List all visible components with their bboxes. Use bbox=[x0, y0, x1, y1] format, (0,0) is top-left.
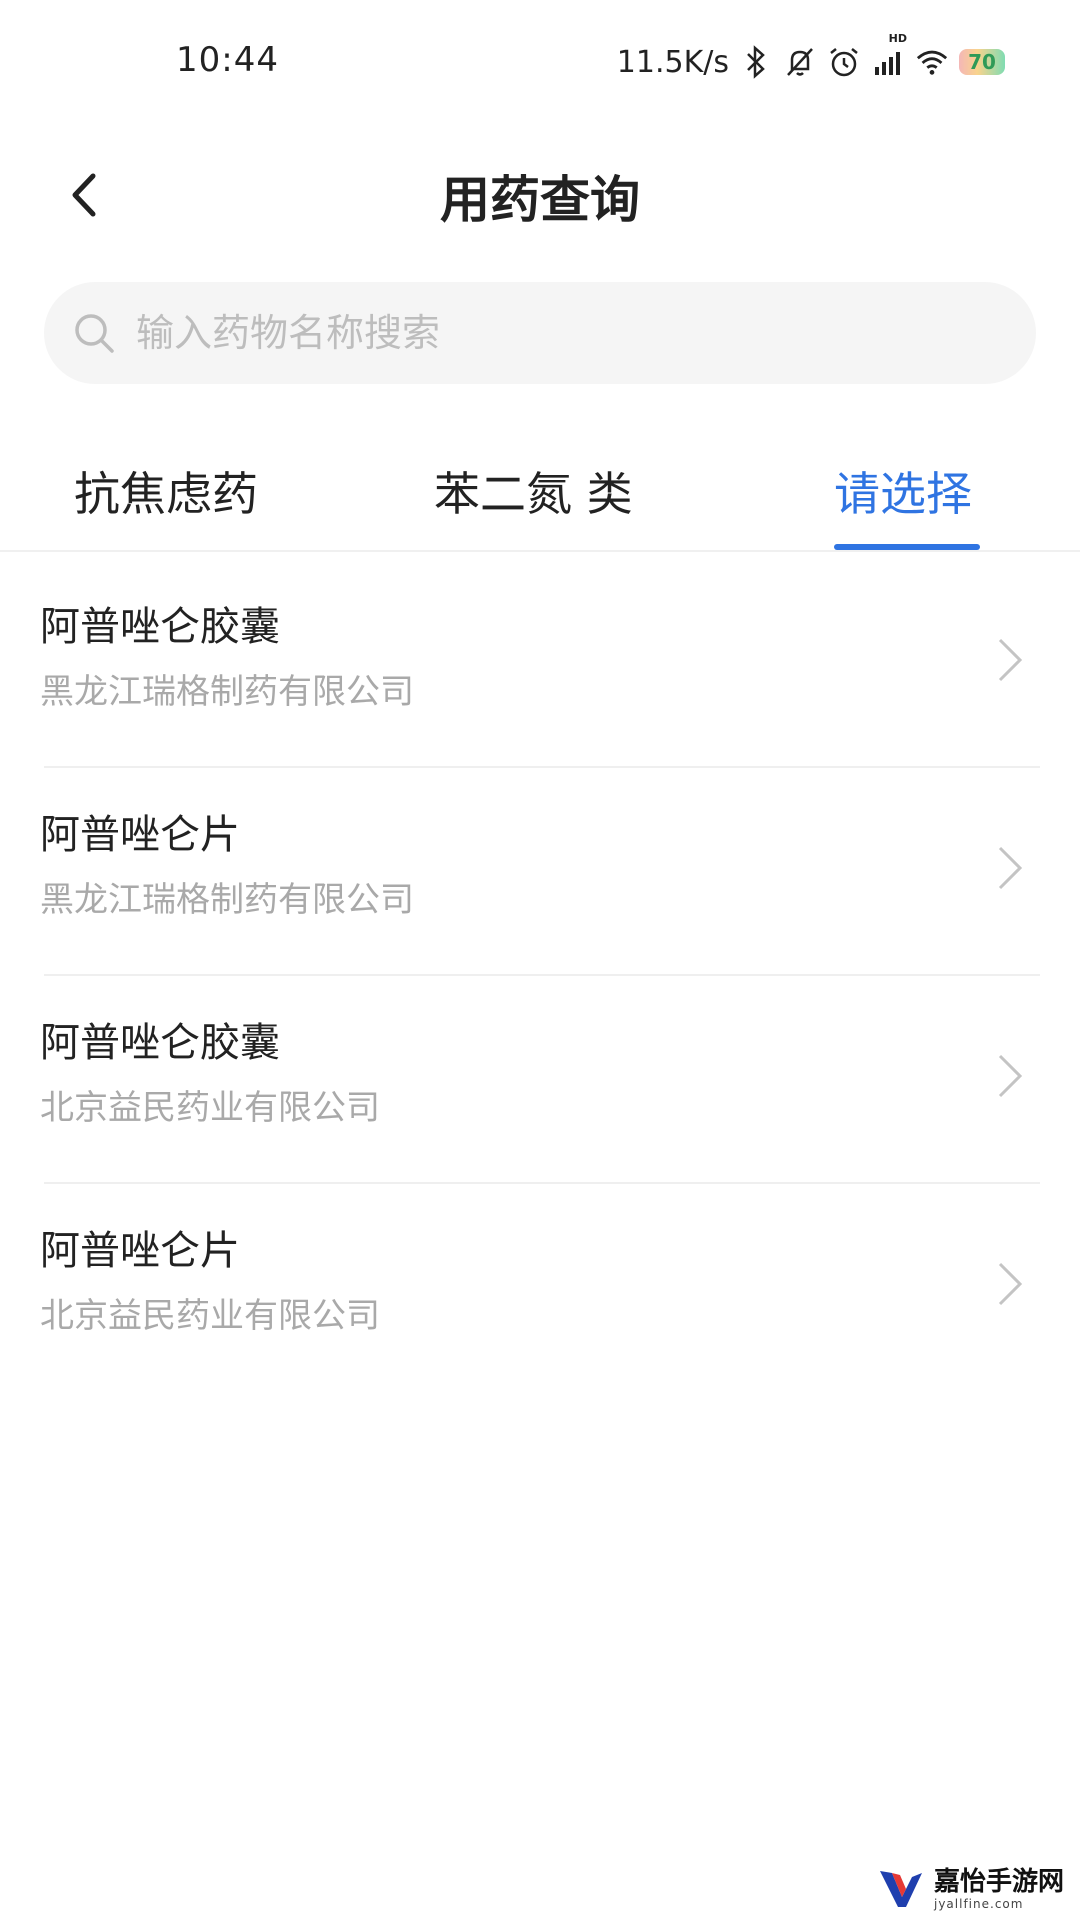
nav-bar: 用药查询 bbox=[0, 120, 1080, 260]
chevron-right-icon bbox=[998, 1054, 1023, 1098]
drug-name: 阿普唑仑片 bbox=[40, 1228, 240, 1274]
watermark-url: jyallfine.com bbox=[934, 1897, 1024, 1911]
list-item[interactable]: 阿普唑仑片 黑龙江瑞格制药有限公司 bbox=[0, 768, 1080, 976]
search-bar[interactable] bbox=[44, 282, 1036, 384]
chevron-right-icon bbox=[998, 846, 1023, 890]
active-tab-indicator bbox=[834, 544, 980, 550]
drug-name: 阿普唑仑胶囊 bbox=[40, 1020, 280, 1066]
list-item[interactable]: 阿普唑仑胶囊 北京益民药业有限公司 bbox=[0, 976, 1080, 1184]
drug-company: 北京益民药业有限公司 bbox=[40, 1088, 380, 1128]
tab-select[interactable]: 请选择 bbox=[834, 458, 972, 524]
watermark-title: 嘉怡手游网 bbox=[934, 1867, 1065, 1897]
status-icons: 11.5K/s HD 70 bbox=[616, 32, 1005, 82]
category-tabs: 抗焦虑药 苯二氮 类 请选择 bbox=[0, 430, 1080, 552]
drug-name: 阿普唑仑胶囊 bbox=[40, 604, 280, 650]
list-item[interactable]: 阿普唑仑片 北京益民药业有限公司 bbox=[0, 1184, 1080, 1392]
wifi-icon bbox=[915, 44, 949, 80]
signal-icon: HD bbox=[871, 32, 907, 80]
drug-name: 阿普唑仑片 bbox=[40, 812, 240, 858]
mute-icon bbox=[783, 44, 817, 80]
chevron-right-icon bbox=[998, 1262, 1023, 1306]
chevron-right-icon bbox=[998, 638, 1023, 682]
alarm-icon bbox=[827, 44, 861, 80]
tab-anxiolytics[interactable]: 抗焦虑药 bbox=[74, 458, 258, 524]
drug-company: 北京益民药业有限公司 bbox=[40, 1296, 380, 1336]
drug-company: 黑龙江瑞格制药有限公司 bbox=[40, 880, 414, 920]
page-title: 用药查询 bbox=[440, 171, 640, 229]
status-bar: 10:44 11.5K/s HD 70 bbox=[0, 0, 1080, 120]
bluetooth-icon bbox=[739, 44, 773, 80]
hd-label: HD bbox=[888, 32, 907, 45]
status-time: 10:44 bbox=[176, 40, 279, 80]
drug-company: 黑龙江瑞格制药有限公司 bbox=[40, 672, 414, 712]
search-icon bbox=[68, 307, 120, 359]
search-input[interactable] bbox=[134, 310, 998, 356]
watermark: 嘉怡手游网 jyallfine.com bbox=[876, 1858, 1076, 1920]
battery-indicator: 70 bbox=[959, 49, 1005, 75]
watermark-logo-icon bbox=[880, 1871, 922, 1907]
tab-benzodiazepines[interactable]: 苯二氮 类 bbox=[434, 458, 633, 524]
drug-list: 阿普唑仑胶囊 黑龙江瑞格制药有限公司 阿普唑仑片 黑龙江瑞格制药有限公司 阿普唑… bbox=[0, 560, 1080, 1392]
network-speed: 11.5K/s bbox=[616, 44, 729, 80]
list-item[interactable]: 阿普唑仑胶囊 黑龙江瑞格制药有限公司 bbox=[0, 560, 1080, 768]
